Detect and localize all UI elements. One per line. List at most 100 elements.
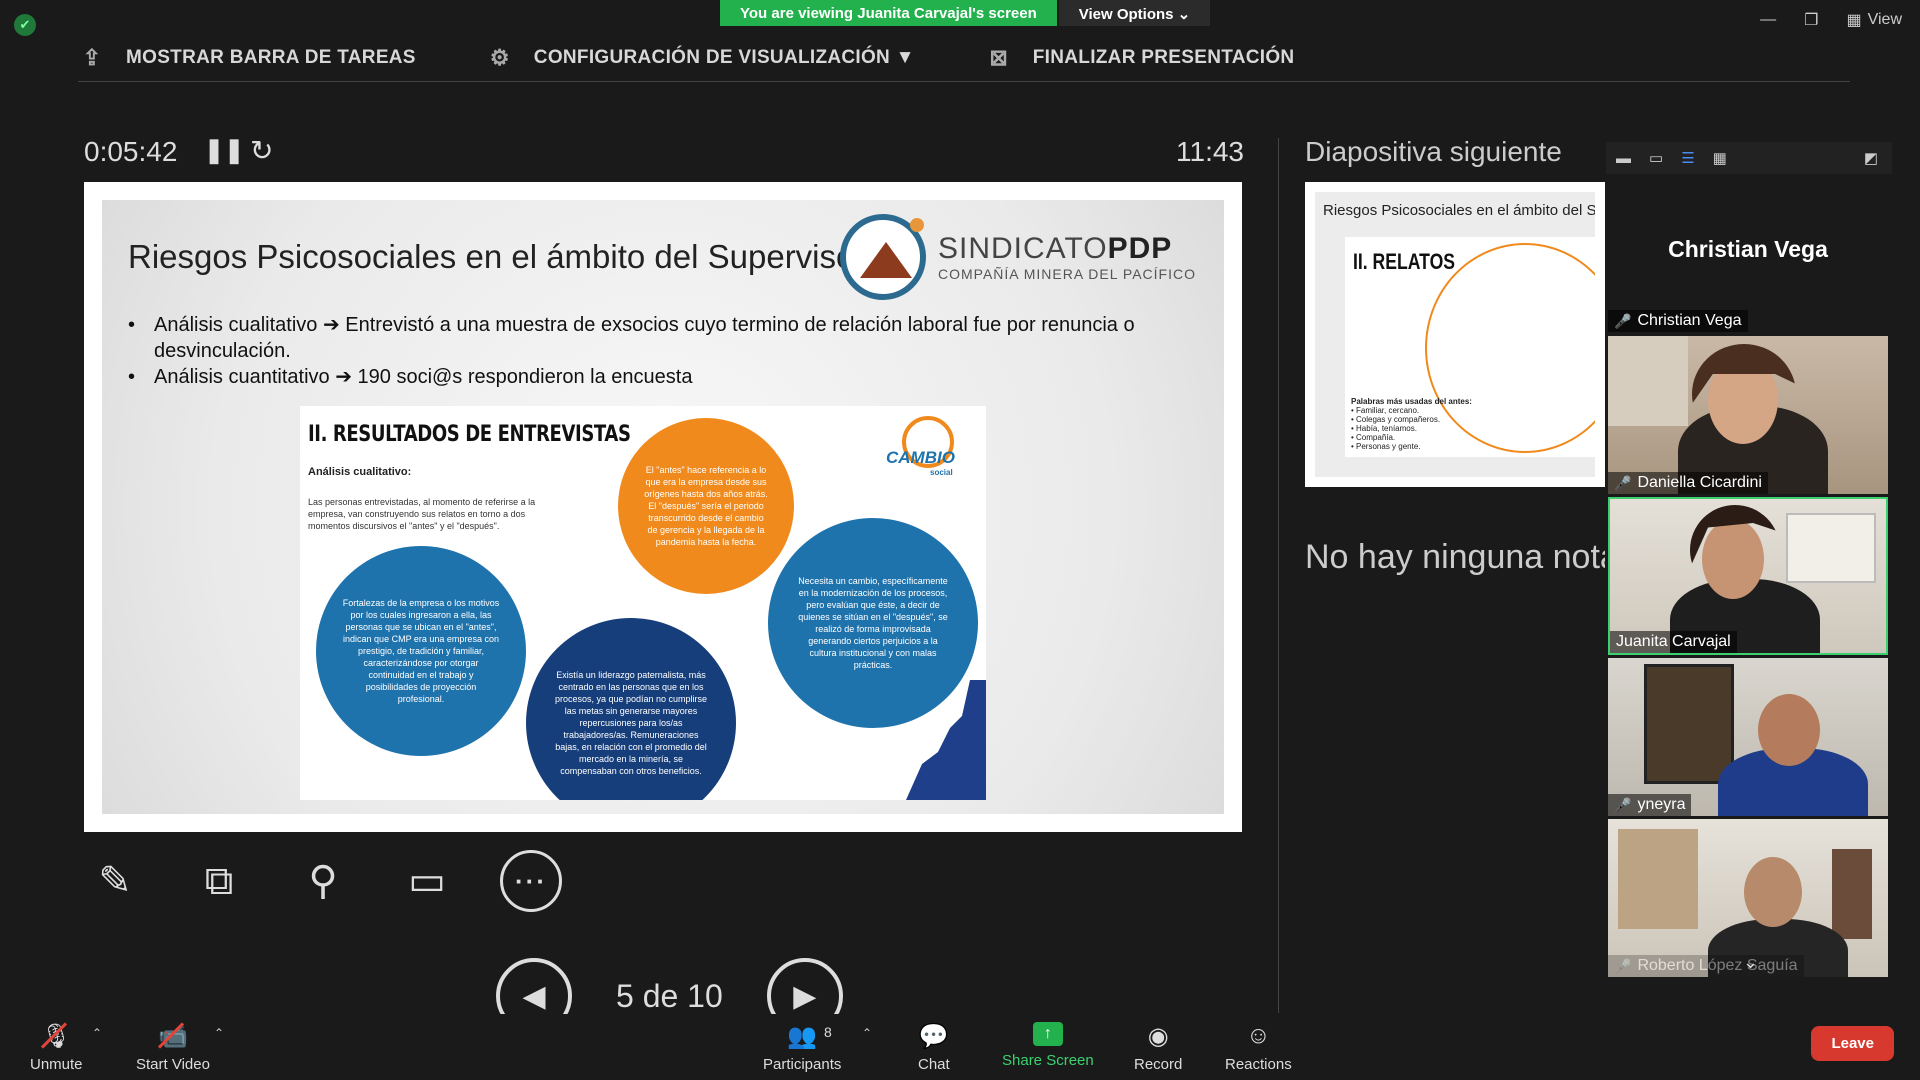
participant-label: 🎤 yneyra xyxy=(1608,794,1692,816)
chat-label: Chat xyxy=(918,1056,950,1073)
reactions-button[interactable]: ☺ Reactions xyxy=(1225,1022,1292,1073)
unmute-button[interactable]: 🎙 Unmute xyxy=(30,1022,83,1074)
reactions-label: Reactions xyxy=(1225,1056,1292,1073)
display-settings-button[interactable]: ⚙ CONFIGURACIÓN DE VISUALIZACIÓN ▼ xyxy=(486,44,915,72)
record-label: Record xyxy=(1134,1056,1183,1073)
pen-icon[interactable]: ✎ xyxy=(84,850,146,912)
gallery-toolbar: ▬ ▭ ☰ ▦ ◩ xyxy=(1606,142,1892,174)
grid-icon: ▦ xyxy=(1846,12,1862,29)
participant-label: 🎤 Daniella Cicardini xyxy=(1608,472,1768,494)
zoom-icon[interactable]: ⚲ xyxy=(292,850,354,912)
chat-icon: 💬 xyxy=(918,1022,949,1050)
view-label: View xyxy=(1867,11,1902,28)
share-screen-button[interactable]: ↑ Share Screen xyxy=(1002,1022,1094,1069)
participant-name: yneyra xyxy=(1637,796,1686,813)
strip-view-icon[interactable]: ☰ xyxy=(1681,149,1694,167)
participant-tile-active[interactable]: Juanita Carvajal xyxy=(1608,497,1888,655)
microphone-muted-icon: 🎙 xyxy=(41,1022,72,1050)
results-card: II. RESULTADOS DE ENTREVISTAS Análisis c… xyxy=(300,406,986,800)
reset-timer-icon[interactable]: ↻ xyxy=(250,134,273,167)
participant-gallery: ▬ ▭ ☰ ▦ ◩ Christian Vega 🎤 Christian Vega… xyxy=(1606,142,1892,980)
participant-name: Daniella Cicardini xyxy=(1637,474,1762,491)
current-slide: Riesgos Psicosociales en el ámbito del S… xyxy=(84,182,1242,832)
screen-share-banner: You are viewing Juanita Carvajal's scree… xyxy=(720,0,1211,26)
unmute-label: Unmute xyxy=(30,1056,83,1073)
reactions-icon: ☺ xyxy=(1246,1022,1271,1049)
show-taskbar-button[interactable]: ⇪ MOSTRAR BARRA DE TAREAS xyxy=(78,44,416,72)
results-subheading: Análisis cualitativo: xyxy=(308,466,412,478)
hide-video-icon[interactable]: ▬ xyxy=(1616,150,1631,167)
active-speaker-icon[interactable]: ▭ xyxy=(1649,149,1663,167)
window-controls: — ❐ ▦ View xyxy=(1760,10,1902,30)
record-icon: ◉ xyxy=(1147,1022,1169,1050)
next-slide-canvas: Riesgos Psicosociales en el ámbito del S… xyxy=(1315,192,1595,477)
restore-icon[interactable]: ❐ xyxy=(1804,10,1818,30)
participant-tile[interactable]: 🎤 yneyra xyxy=(1608,658,1888,816)
participant-tile[interactable]: 🎤 Daniella Cicardini xyxy=(1608,336,1888,494)
bullet-item: Análisis cualitativo ➔ Entrevistó a una … xyxy=(128,312,1204,364)
muted-mic-icon: 🎤 xyxy=(1614,474,1632,491)
pause-timer-icon[interactable]: ❚❚ xyxy=(204,136,244,165)
next-slide-label: Diapositiva siguiente xyxy=(1305,136,1562,167)
chat-button[interactable]: 💬 Chat xyxy=(918,1022,950,1074)
slide-canvas: Riesgos Psicosociales en el ámbito del S… xyxy=(102,200,1224,814)
viewing-status: You are viewing Juanita Carvajal's scree… xyxy=(720,0,1057,26)
participants-icon: 👥 xyxy=(787,1022,818,1050)
muted-mic-icon: 🎤 xyxy=(1614,312,1632,329)
end-presentation-label: FINALIZAR PRESENTACIÓN xyxy=(1032,46,1295,68)
black-screen-icon[interactable]: ▭ xyxy=(396,850,458,912)
start-video-button[interactable]: 📹 Start Video xyxy=(136,1022,210,1074)
see-all-slides-icon[interactable]: ⧉ xyxy=(188,850,250,912)
video-feed xyxy=(1608,658,1888,816)
share-screen-label: Share Screen xyxy=(1002,1052,1094,1069)
popout-icon[interactable]: ◩ xyxy=(1864,149,1878,167)
record-button[interactable]: ◉ Record xyxy=(1134,1022,1183,1074)
video-feed xyxy=(1608,336,1888,494)
cambio-word: CAMBIO xyxy=(886,448,955,467)
bullet-item: Análisis cuantitativo ➔ 190 soci@s respo… xyxy=(128,364,1204,390)
participant-label: 🎤 Christian Vega xyxy=(1608,310,1748,332)
participant-name: Christian Vega xyxy=(1637,312,1742,329)
next-slide-preview[interactable]: Riesgos Psicosociales en el ámbito del S… xyxy=(1305,182,1605,487)
participant-name: Juanita Carvajal xyxy=(1616,633,1731,650)
video-options-caret-icon[interactable]: ⌃ xyxy=(214,1026,224,1040)
participant-label: 🎤 Roberto López Saguía xyxy=(1608,955,1804,977)
display-settings-icon: ⚙ xyxy=(489,44,510,70)
leave-button[interactable]: Leave xyxy=(1811,1026,1894,1061)
clock: 11:43 xyxy=(1176,136,1244,167)
panel-divider[interactable] xyxy=(1278,138,1279,1013)
camera-off-icon: 📹 xyxy=(158,1022,188,1050)
liderazgo-circle: Existía un liderazgo paternalista, más c… xyxy=(526,618,736,800)
view-options-button[interactable]: View Options ⌄ xyxy=(1058,0,1211,26)
minimize-icon[interactable]: — xyxy=(1760,11,1776,29)
security-shield-icon[interactable]: ✔ xyxy=(14,14,36,36)
results-paragraph: Las personas entrevistadas, al momento d… xyxy=(308,497,536,531)
scroll-down-chevron-icon[interactable]: ⌄ xyxy=(1743,952,1758,973)
next-slide-title: Riesgos Psicosociales en el ámbito del S… xyxy=(1323,202,1595,219)
words-list: • Familiar, cercano. • Colegas y compañe… xyxy=(1351,406,1441,451)
slide-title: Riesgos Psicosociales en el ámbito del S… xyxy=(128,238,906,275)
participant-name: Roberto López Saguía xyxy=(1637,957,1798,974)
participants-count: 8 xyxy=(824,1024,832,1040)
gallery-view-icon[interactable]: ▦ xyxy=(1713,149,1727,167)
sindicato-logo: SINDICATOPDP COMPAÑÍA MINERA DEL PACÍFIC… xyxy=(839,214,1196,300)
slide-tools: ✎ ⧉ ⚲ ▭ ··· xyxy=(84,850,562,912)
speaker-notes: No hay ninguna nota xyxy=(1305,538,1605,576)
cambio-sub: social xyxy=(930,468,953,477)
participant-display-name: Christian Vega xyxy=(1668,236,1828,262)
brand-subtitle: COMPAÑÍA MINERA DEL PACÍFICO xyxy=(937,266,1196,282)
display-settings-label: CONFIGURACIÓN DE VISUALIZACIÓN ▼ xyxy=(533,46,915,68)
audio-options-caret-icon[interactable]: ⌃ xyxy=(92,1026,102,1040)
show-taskbar-label: MOSTRAR BARRA DE TAREAS xyxy=(126,46,416,68)
start-video-label: Start Video xyxy=(136,1056,210,1073)
brand-name: SINDICATOPDP xyxy=(938,232,1196,266)
view-button[interactable]: ▦ View xyxy=(1846,10,1902,30)
participant-tile[interactable]: Christian Vega 🎤 Christian Vega xyxy=(1608,174,1888,332)
participants-caret-icon[interactable]: ⌃ xyxy=(862,1026,872,1040)
next-slide-heading: II. RELATOS xyxy=(1353,249,1456,274)
results-heading: II. RESULTADOS DE ENTREVISTAS xyxy=(308,422,631,447)
end-presentation-button[interactable]: ⊠ FINALIZAR PRESENTACIÓN xyxy=(985,44,1295,72)
share-screen-icon: ↑ xyxy=(1032,1022,1063,1046)
end-presentation-icon: ⊠ xyxy=(989,44,1009,70)
more-options-icon[interactable]: ··· xyxy=(500,850,562,912)
